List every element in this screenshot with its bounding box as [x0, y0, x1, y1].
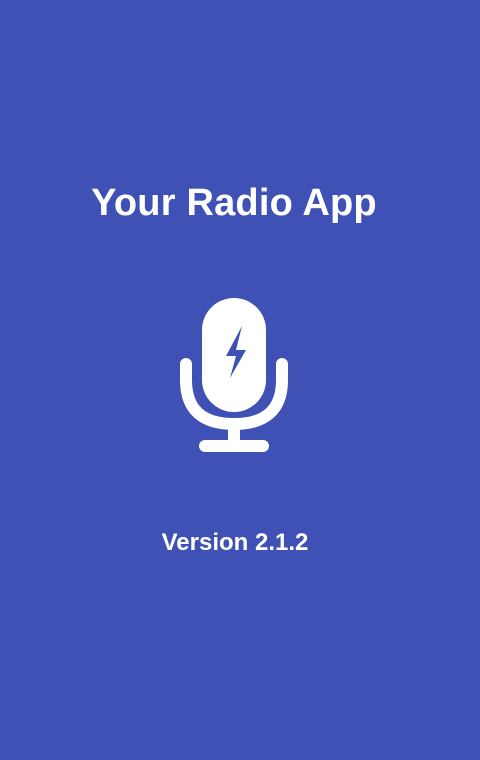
splash-screen: Your Radio App Version 2.1.2	[0, 0, 480, 760]
app-title: Your Radio App	[91, 182, 377, 224]
microphone-bolt-icon	[172, 294, 296, 458]
version-label: Version 2.1.2	[161, 529, 309, 556]
